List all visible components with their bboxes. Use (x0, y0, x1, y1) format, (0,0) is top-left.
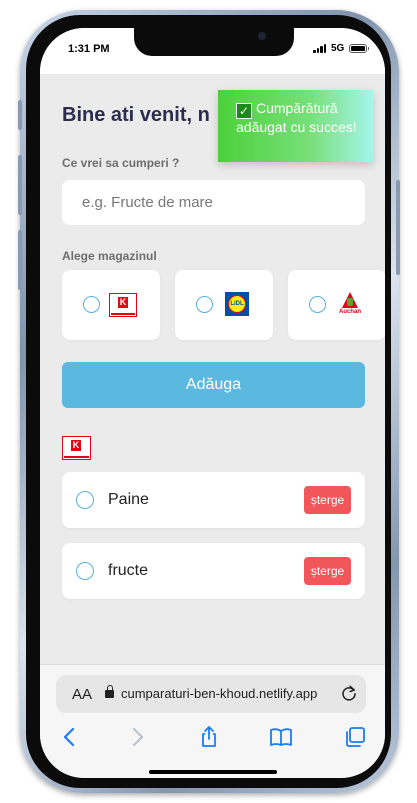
back-icon[interactable] (58, 725, 82, 749)
success-toast: ✓ Cumpărătură adăugat cu succes! (218, 90, 373, 162)
address-bar[interactable]: AA cumparaturi-ben-khoud.netlify.app (56, 675, 366, 713)
kaufland-logo-icon: K (109, 293, 137, 317)
network-label: 5G (331, 43, 345, 54)
reader-aa-button[interactable]: AA (72, 686, 92, 703)
list-item: fructe șterge (62, 543, 365, 599)
item-name: Paine (108, 491, 149, 508)
store-option-auchan[interactable]: Auchan (288, 270, 385, 340)
store-option-lidl[interactable]: LiDL (175, 270, 273, 340)
delete-button[interactable]: șterge (304, 486, 351, 514)
url-text[interactable]: cumparaturi-ben-khoud.netlify.app (121, 686, 317, 701)
delete-button[interactable]: șterge (304, 557, 351, 585)
question-label: Ce vrei sa cumperi ? (62, 156, 180, 170)
volume-up-button (18, 155, 22, 215)
toast-message: Cumpărătură adăugat cu succes! (236, 100, 357, 135)
reload-icon[interactable] (340, 684, 358, 702)
camera-icon (258, 32, 266, 40)
volume-down-button (18, 230, 22, 290)
kaufland-logo-icon: K (62, 436, 91, 460)
status-bar: 1:31 PM 5G (40, 28, 385, 74)
store-radio[interactable] (83, 296, 100, 313)
item-checkbox[interactable] (76, 562, 94, 580)
power-button (396, 180, 400, 275)
welcome-title: Bine ati venit, n (62, 104, 210, 126)
share-icon[interactable] (197, 725, 221, 749)
screen: 1:31 PM 5G Bine ati venit, n Ce vrei sa … (40, 28, 385, 778)
notch (134, 28, 294, 56)
add-button[interactable]: Adăuga (62, 362, 365, 408)
lidl-logo-icon: LiDL (225, 292, 249, 316)
mute-switch (18, 100, 22, 130)
tabs-icon[interactable] (343, 725, 367, 749)
battery-icon (349, 44, 369, 53)
status-time: 1:31 PM (68, 43, 110, 55)
home-indicator (149, 770, 277, 774)
list-item: Paine șterge (62, 472, 365, 528)
product-input[interactable] (62, 180, 365, 225)
checkmark-icon: ✓ (236, 103, 252, 119)
store-radio[interactable] (309, 296, 326, 313)
store-option-kaufland[interactable]: K (62, 270, 160, 340)
bookmarks-icon[interactable] (269, 725, 293, 749)
item-checkbox[interactable] (76, 491, 94, 509)
lock-icon (105, 685, 114, 698)
browser-toolbar: AA cumparaturi-ben-khoud.netlify.app (40, 664, 385, 778)
auchan-logo-icon: Auchan (338, 292, 362, 318)
forward-icon[interactable] (125, 725, 149, 749)
store-radio[interactable] (196, 296, 213, 313)
signal-icon (313, 44, 327, 53)
store-label: Alege magazinul (62, 249, 157, 263)
item-name: fructe (108, 562, 149, 579)
app-content: Bine ati venit, n Ce vrei sa cumperi ? A… (40, 74, 385, 664)
